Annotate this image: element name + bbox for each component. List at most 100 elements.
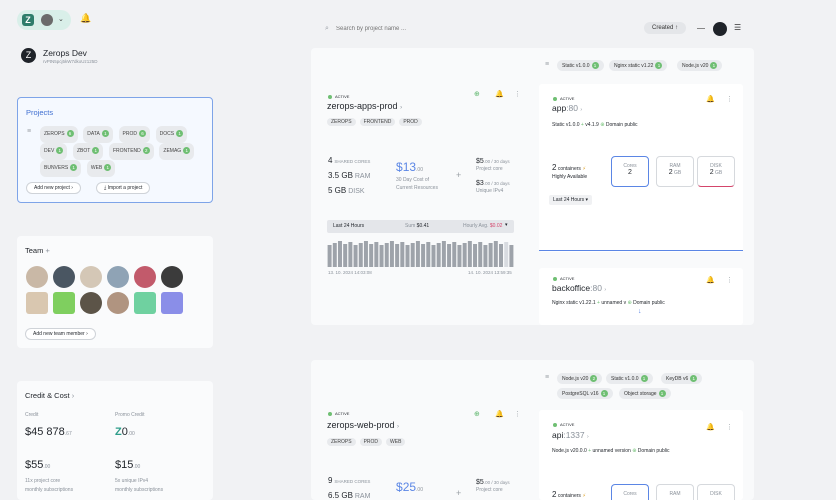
- cost-bar[interactable]: [447, 244, 452, 267]
- project-tag[interactable]: ZEMAG 1: [159, 143, 195, 160]
- cost-bar[interactable]: [431, 245, 436, 267]
- org-switcher[interactable]: Z ⌄: [17, 10, 71, 30]
- bell-icon[interactable]: 🔔: [495, 91, 504, 98]
- cost-bar[interactable]: [410, 243, 415, 267]
- cost-bar[interactable]: [369, 244, 374, 267]
- arrow-down-icon[interactable]: ↓: [638, 308, 642, 315]
- bell-icon[interactable]: 🔔: [706, 277, 715, 284]
- list-view-icon[interactable]: ☰: [734, 24, 741, 32]
- cost-bar[interactable]: [457, 245, 462, 267]
- cost-bar[interactable]: [348, 242, 353, 267]
- avatar[interactable]: [80, 266, 102, 288]
- cost-bar[interactable]: [374, 242, 379, 267]
- more-icon[interactable]: ⋮: [726, 277, 733, 284]
- ram-box[interactable]: RAM: [656, 484, 694, 500]
- add-team-member-button[interactable]: Add new team member ›: [25, 328, 96, 340]
- globe-icon[interactable]: ⊕: [474, 411, 480, 418]
- cost-bar[interactable]: [493, 241, 498, 267]
- more-icon[interactable]: ⋮: [514, 411, 521, 418]
- disk-box[interactable]: DISK 2 GB: [697, 156, 735, 187]
- cost-bar[interactable]: [389, 241, 394, 267]
- cost-bar[interactable]: [462, 243, 467, 267]
- ram-box[interactable]: RAM 2 GB: [656, 156, 694, 187]
- avatar[interactable]: [134, 292, 156, 314]
- cores-box[interactable]: Cores: [611, 484, 649, 500]
- project-tag[interactable]: PROD 6: [118, 126, 150, 143]
- project-tag[interactable]: DEV 1: [40, 143, 68, 160]
- service-filter[interactable]: Static v1.0.0 1: [606, 373, 653, 384]
- service-filter[interactable]: Nginx static v1.22 1: [609, 60, 668, 71]
- avatar[interactable]: [107, 266, 129, 288]
- cost-bar[interactable]: [441, 241, 446, 267]
- avatar[interactable]: [107, 292, 129, 314]
- project-tag[interactable]: DOCS 1: [155, 126, 188, 143]
- cost-bar[interactable]: [436, 243, 441, 267]
- cost-bar[interactable]: [426, 242, 431, 267]
- cost-bar[interactable]: [504, 242, 509, 267]
- more-icon[interactable]: ⋮: [514, 91, 521, 98]
- service-filter[interactable]: Node.js v20 2: [557, 373, 603, 384]
- more-icon[interactable]: ⋮: [726, 424, 733, 431]
- service-filter[interactable]: Node.js v20 1: [677, 60, 723, 71]
- cost-bar[interactable]: [327, 245, 332, 267]
- cost-bar[interactable]: [452, 242, 457, 267]
- cost-bar[interactable]: [483, 245, 488, 267]
- more-icon[interactable]: ⋮: [726, 96, 733, 103]
- avatar[interactable]: [26, 292, 48, 314]
- cost-bar[interactable]: [363, 241, 368, 267]
- sort-dropdown[interactable]: Created ↑: [644, 22, 687, 34]
- disk-box[interactable]: DISK: [697, 484, 735, 500]
- compact-view-icon[interactable]: [713, 22, 727, 36]
- avatar[interactable]: [53, 292, 75, 314]
- project-tag[interactable]: BUNVERS 1: [40, 160, 82, 177]
- cost-bar[interactable]: [488, 243, 493, 267]
- cost-bar[interactable]: [499, 244, 504, 267]
- collapse-icon[interactable]: [697, 28, 705, 29]
- cost-bar[interactable]: [353, 245, 358, 267]
- avatar[interactable]: [161, 292, 183, 314]
- avatar[interactable]: [53, 266, 75, 288]
- cost-bar[interactable]: [478, 242, 483, 267]
- cost-bar[interactable]: [395, 244, 400, 267]
- add-project-button[interactable]: Add new project ›: [26, 182, 81, 194]
- project-tag[interactable]: ZBOT 1: [72, 143, 104, 160]
- project-tag[interactable]: DATA 1: [83, 126, 113, 143]
- cost-bar[interactable]: [332, 243, 337, 267]
- bell-icon[interactable]: 🔔: [80, 14, 91, 23]
- avatar[interactable]: [161, 266, 183, 288]
- project-tag[interactable]: ZEROPS: [327, 118, 356, 126]
- avatar[interactable]: [80, 292, 102, 314]
- cost-bar[interactable]: [379, 245, 384, 267]
- cost-bar[interactable]: [384, 243, 389, 267]
- bell-icon[interactable]: 🔔: [495, 411, 504, 418]
- service-card[interactable]: ACTIVE api:1337 › 🔔 ⋮ Node.js v20.0.0 + …: [539, 410, 743, 500]
- service-period-dropdown[interactable]: Last 24 Hours ▾: [549, 195, 593, 205]
- globe-icon[interactable]: ⊕: [474, 91, 480, 98]
- cost-bar[interactable]: [509, 245, 514, 267]
- project-tag[interactable]: FRONTEND: [359, 118, 396, 126]
- service-filter[interactable]: KeyDB v6 1: [661, 373, 703, 384]
- cores-box[interactable]: Cores 2: [611, 156, 649, 187]
- cost-bar[interactable]: [421, 244, 426, 267]
- avatar[interactable]: [26, 266, 48, 288]
- cost-bar[interactable]: [467, 241, 472, 267]
- bell-icon[interactable]: 🔔: [706, 424, 715, 431]
- service-card[interactable]: ACTIVE backoffice:80 › 🔔 ⋮ Nginx static …: [539, 268, 743, 325]
- cost-bar[interactable]: [473, 244, 478, 267]
- cost-bar[interactable]: [400, 242, 405, 267]
- service-filter[interactable]: PostgreSQL v16 1: [557, 388, 613, 399]
- search-input[interactable]: [336, 22, 536, 36]
- project-tag[interactable]: PROD: [359, 438, 383, 446]
- project-tag[interactable]: WEB: [386, 438, 406, 446]
- avatar[interactable]: [134, 266, 156, 288]
- service-filter[interactable]: Object storage 1: [619, 388, 671, 399]
- cost-bar[interactable]: [358, 243, 363, 267]
- project-name[interactable]: zerops-web-prod ›: [327, 420, 399, 430]
- cost-bar[interactable]: [343, 244, 348, 267]
- project-tag[interactable]: WEB 1: [86, 160, 116, 177]
- period-dropdown[interactable]: Last 24 Hours: [333, 223, 364, 229]
- project-tag[interactable]: FRONTEND 2: [108, 143, 154, 160]
- project-name[interactable]: zerops-apps-prod ›: [327, 101, 402, 111]
- cost-bar[interactable]: [405, 245, 410, 267]
- import-project-button[interactable]: ⤓ Import a project: [96, 182, 151, 194]
